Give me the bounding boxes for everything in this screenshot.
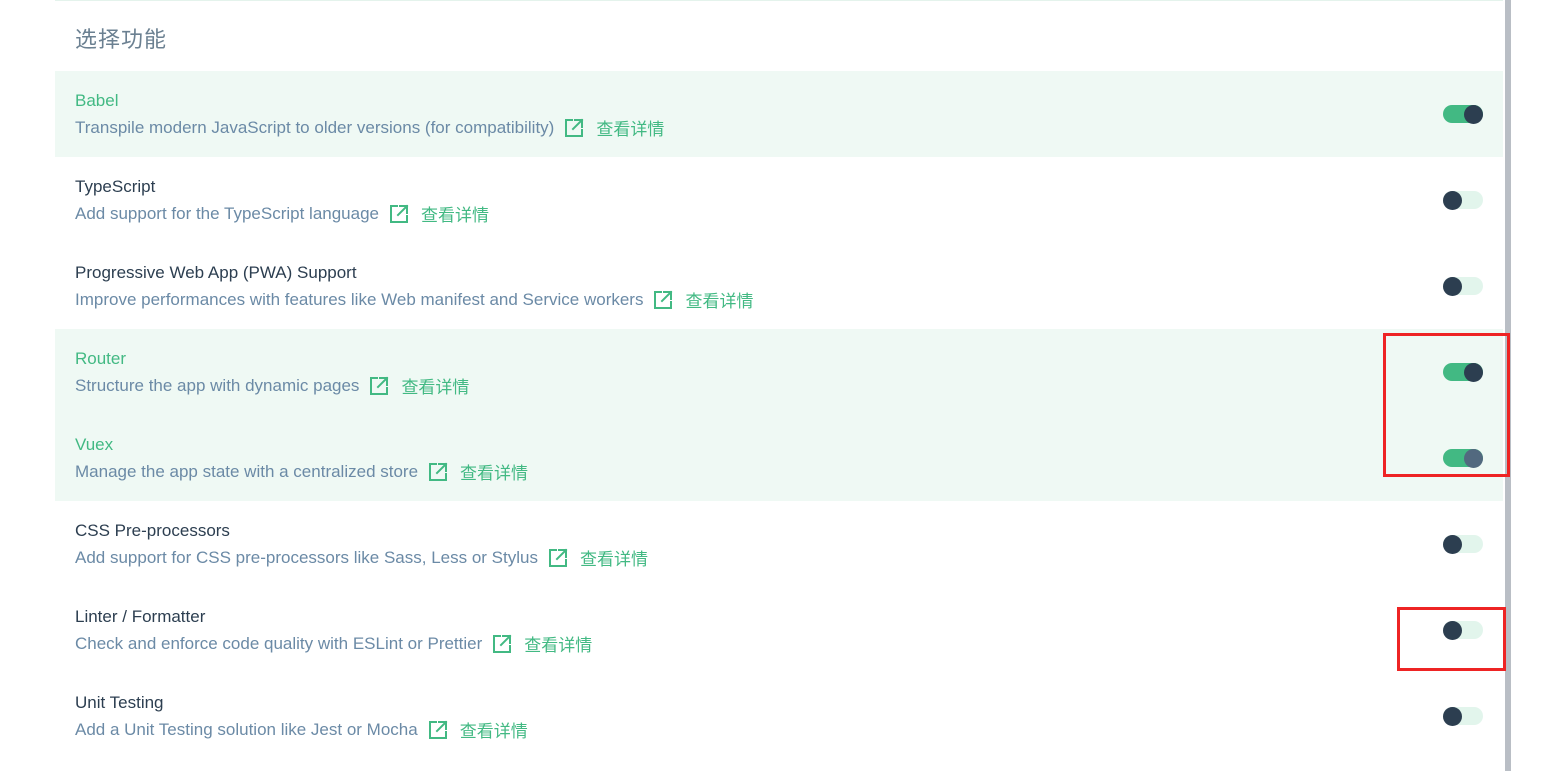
feature-description-line: Manage the app state with a centralized … bbox=[75, 459, 528, 484]
more-info-label: 查看详情 bbox=[421, 206, 489, 225]
more-info-label: 查看详情 bbox=[459, 722, 528, 741]
feature-toggle[interactable] bbox=[1443, 706, 1483, 726]
feature-list: Babel Transpile modern JavaScript to olde… bbox=[55, 71, 1503, 759]
project-features-page: 选择功能 Babel Transpile modern JavaScript to… bbox=[0, 0, 1549, 771]
toggle-knob bbox=[1464, 104, 1483, 124]
more-info-link[interactable]: 查看详情 bbox=[653, 287, 753, 312]
feature-row[interactable]: CSS Pre-processors Add support for CSS pr… bbox=[55, 501, 1503, 587]
feature-toggle[interactable] bbox=[1443, 104, 1483, 124]
external-link-icon bbox=[389, 204, 409, 224]
more-info-label: 查看详情 bbox=[460, 464, 529, 483]
more-info-link[interactable]: 查看详情 bbox=[369, 373, 469, 398]
external-link-icon bbox=[369, 376, 389, 396]
more-info-label: 查看详情 bbox=[579, 550, 648, 569]
feature-name: TypeScript bbox=[75, 177, 156, 196]
feature-toggle[interactable] bbox=[1443, 190, 1483, 210]
external-link-icon bbox=[428, 720, 448, 740]
feature-description-line: Check and enforce code quality with ESLi… bbox=[75, 631, 592, 656]
feature-name: Linter / Formatter bbox=[75, 607, 206, 626]
feature-row[interactable]: Router Structure the app with dynamic pag… bbox=[55, 329, 1503, 415]
feature-name: Progressive Web App (PWA) Support bbox=[75, 263, 357, 282]
feature-row[interactable]: Linter / Formatter Check and enforce code… bbox=[55, 587, 1503, 673]
feature-name: Unit Testing bbox=[75, 693, 164, 712]
more-info-link[interactable]: 查看详情 bbox=[428, 459, 528, 484]
more-info-label: 查看详情 bbox=[401, 378, 470, 397]
toggle-knob bbox=[1443, 276, 1462, 296]
divider bbox=[55, 0, 1503, 1]
more-info-label: 查看详情 bbox=[685, 292, 754, 311]
section-title: 选择功能 bbox=[75, 27, 168, 52]
feature-row[interactable]: Vuex Manage the app state with a centrali… bbox=[55, 415, 1503, 501]
feature-name: Router bbox=[75, 349, 127, 368]
toggle-knob bbox=[1443, 706, 1462, 726]
more-info-link[interactable]: 查看详情 bbox=[548, 545, 648, 570]
toggle-knob bbox=[1443, 534, 1462, 554]
feature-description: Structure the app with dynamic pages bbox=[75, 375, 360, 395]
feature-row[interactable]: TypeScript Add support for the TypeScript… bbox=[55, 157, 1503, 243]
feature-name: Vuex bbox=[75, 435, 114, 454]
external-link-icon bbox=[564, 118, 584, 138]
external-link-icon bbox=[653, 290, 673, 310]
feature-description-line: Improve performances with features like … bbox=[75, 287, 753, 312]
more-info-link[interactable]: 查看详情 bbox=[492, 631, 592, 656]
feature-row[interactable]: Progressive Web App (PWA) Support Improve… bbox=[55, 243, 1503, 329]
feature-row[interactable]: Babel Transpile modern JavaScript to olde… bbox=[55, 71, 1503, 157]
feature-description: Check and enforce code quality with ESLi… bbox=[75, 633, 483, 653]
annotation-box-router-vuex bbox=[1383, 333, 1510, 477]
external-link-icon bbox=[428, 462, 448, 482]
more-info-link[interactable]: 查看详情 bbox=[389, 201, 489, 226]
feature-toggle[interactable] bbox=[1443, 534, 1483, 554]
feature-description-line: Add a Unit Testing solution like Jest or… bbox=[75, 717, 528, 742]
more-info-link[interactable]: 查看详情 bbox=[564, 115, 664, 140]
feature-description: Add support for the TypeScript language bbox=[75, 203, 379, 223]
feature-description-line: Structure the app with dynamic pages 查看详情 bbox=[75, 373, 469, 398]
external-link-icon bbox=[492, 634, 512, 654]
feature-description-line: Add support for the TypeScript language 查… bbox=[75, 201, 489, 226]
feature-name: Babel bbox=[75, 91, 119, 110]
feature-row[interactable]: Unit Testing Add a Unit Testing solution … bbox=[55, 673, 1503, 759]
feature-name: CSS Pre-processors bbox=[75, 521, 230, 540]
more-info-label: 查看详情 bbox=[596, 120, 665, 139]
feature-description-line: Add support for CSS pre-processors like … bbox=[75, 545, 648, 570]
feature-description: Add support for CSS pre-processors like … bbox=[75, 547, 538, 567]
feature-description: Add a Unit Testing solution like Jest or… bbox=[75, 719, 418, 739]
more-info-label: 查看详情 bbox=[524, 636, 593, 655]
feature-toggle[interactable] bbox=[1443, 276, 1483, 296]
feature-description-line: Transpile modern JavaScript to older ver… bbox=[75, 115, 664, 140]
feature-description: Manage the app state with a centralized … bbox=[75, 461, 419, 481]
feature-description: Transpile modern JavaScript to older ver… bbox=[75, 117, 555, 137]
feature-description: Improve performances with features like … bbox=[75, 289, 644, 309]
annotation-box-linter bbox=[1397, 607, 1506, 671]
toggle-knob bbox=[1443, 190, 1462, 210]
external-link-icon bbox=[548, 548, 568, 568]
more-info-link[interactable]: 查看详情 bbox=[428, 717, 528, 742]
